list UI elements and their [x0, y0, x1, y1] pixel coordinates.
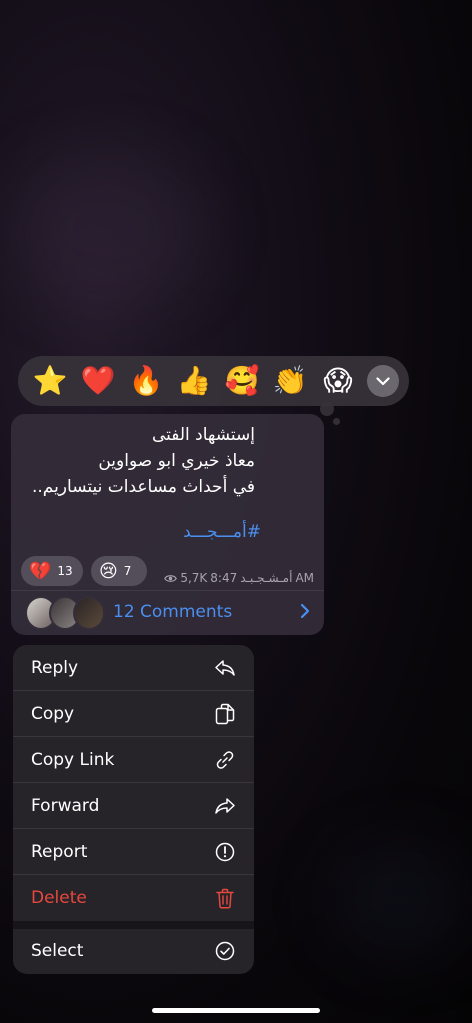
star-emoji-reaction[interactable]: ⭐ — [26, 356, 74, 406]
view-count: 5,7K — [180, 571, 208, 585]
reaction-chip-crying[interactable]: 😢 7 — [91, 556, 147, 586]
thumbs-up-emoji-reaction[interactable]: 👍 — [170, 356, 218, 406]
comments-row[interactable]: 12 Comments — [11, 590, 324, 635]
trash-icon — [214, 887, 236, 909]
menu-item-label: Copy Link — [31, 749, 115, 770]
fire-emoji-reaction[interactable]: 🔥 — [122, 356, 170, 406]
reaction-count: 7 — [123, 564, 132, 578]
menu-item-label: Forward — [31, 795, 100, 816]
home-indicator[interactable] — [152, 1008, 320, 1013]
broken-heart-emoji: 💔 — [29, 560, 52, 582]
message-line: معاذ خيري ابو صواوين — [98, 451, 255, 471]
menu-item-select[interactable]: Select — [13, 928, 254, 974]
eye-icon — [164, 574, 178, 582]
menu-item-label: Select — [31, 941, 84, 961]
message-text: إستشهاد الفتى معاذ خيري ابو صواوين في أح… — [29, 422, 255, 500]
menu-item-delete[interactable]: Delete — [13, 875, 254, 921]
menu-item-label: Reply — [31, 657, 79, 678]
menu-item-reply[interactable]: Reply — [13, 645, 254, 691]
menu-item-label: Report — [31, 841, 88, 862]
reaction-picker: ⭐ ❤️ 🔥 👍 🥰 👏 😱 — [18, 356, 409, 406]
chevron-right-icon — [300, 603, 310, 619]
crying-face-emoji: 😢 — [99, 560, 118, 582]
smiling-hearts-emoji-reaction[interactable]: 🥰 — [218, 356, 266, 406]
message-line: إستشهاد الفتى — [151, 425, 255, 445]
clapping-emoji-reaction[interactable]: 👏 — [266, 356, 314, 406]
message-time: 8:47 — [210, 571, 238, 585]
heart-emoji-reaction[interactable]: ❤️ — [74, 356, 122, 406]
author-signature: أمـشـجـبـد — [240, 571, 293, 585]
am-label: AM — [295, 571, 314, 585]
message-meta: 5,7K 8:47 أمـشـجـبـد AM — [164, 571, 314, 585]
copy-icon — [214, 703, 236, 725]
screaming-emoji-reaction[interactable]: 😱 — [314, 356, 362, 406]
menu-item-forward[interactable]: Forward — [13, 783, 254, 829]
comments-label: 12 Comments — [113, 602, 233, 622]
message-line: في أحداث مساعدات نيتساريم.. — [31, 477, 255, 497]
menu-item-report[interactable]: Report — [13, 829, 254, 875]
avatar — [73, 596, 105, 630]
bubble-tail-dot — [320, 402, 334, 416]
bubble-tail-dot — [333, 418, 340, 425]
expand-reactions-button[interactable] — [367, 365, 399, 397]
menu-item-copy-link[interactable]: Copy Link — [13, 737, 254, 783]
menu-item-label: Delete — [31, 888, 87, 908]
reaction-count: 13 — [57, 564, 73, 578]
report-icon — [214, 841, 236, 863]
link-icon — [214, 749, 236, 771]
reaction-chip-broken-heart[interactable]: 💔 13 — [21, 556, 83, 586]
hashtag-link[interactable]: #أمـــجـــد — [183, 522, 261, 542]
chevron-down-icon — [376, 376, 390, 385]
checkmark-circle-icon — [214, 940, 236, 962]
context-menu: Reply Copy Copy Link Forward Report Dele… — [13, 645, 254, 974]
forward-icon — [214, 795, 236, 817]
menu-item-copy[interactable]: Copy — [13, 691, 254, 737]
reply-icon — [214, 657, 236, 679]
commenter-avatars — [25, 596, 105, 630]
message-bubble[interactable]: إستشهاد الفتى معاذ خيري ابو صواوين في أح… — [11, 414, 324, 635]
menu-item-label: Copy — [31, 703, 75, 724]
